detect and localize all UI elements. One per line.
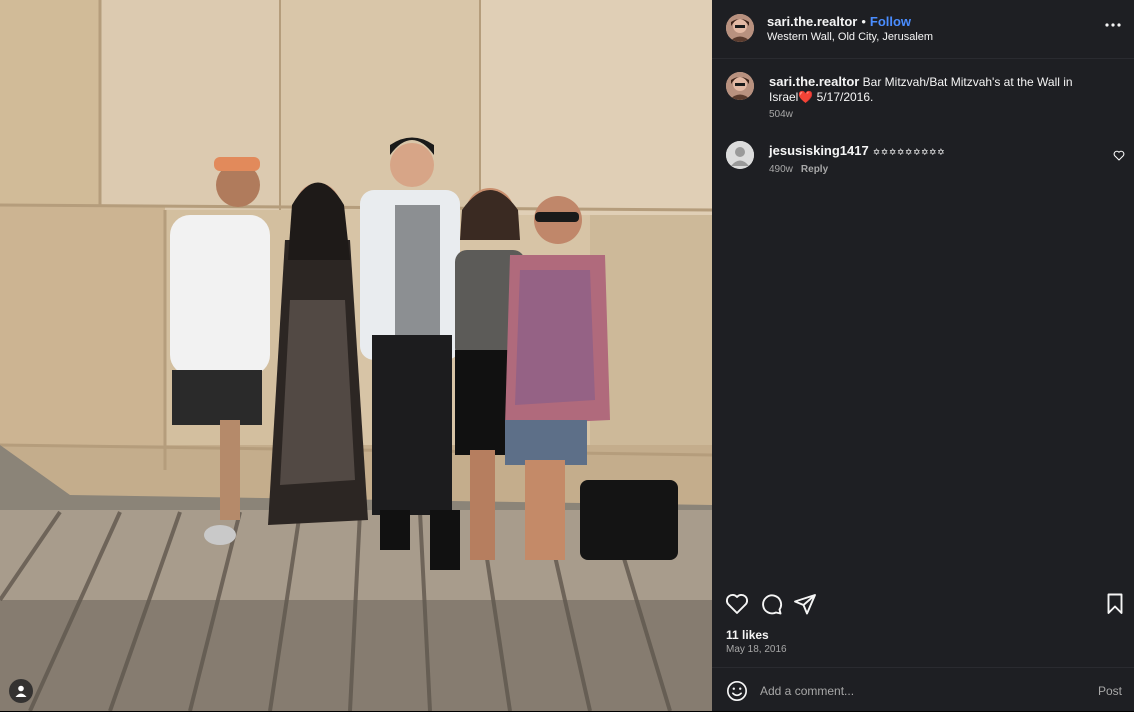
- caption-text-block: sari.the.realtor Bar Mitzvah/Bat Mitzvah…: [769, 74, 1089, 105]
- separator-dot: •: [861, 14, 866, 29]
- avatar[interactable]: [726, 141, 754, 169]
- post-image: [0, 0, 712, 711]
- caption-timestamp[interactable]: 504w: [769, 109, 793, 120]
- post-date[interactable]: May 18, 2016: [726, 644, 787, 655]
- avatar[interactable]: [726, 14, 754, 42]
- instagram-post-view: sari.the.realtor • Follow Western Wall, Ol…: [0, 0, 1134, 711]
- emoji-icon[interactable]: [726, 680, 748, 707]
- more-icon[interactable]: [1100, 12, 1126, 38]
- post-comment-button[interactable]: Post: [1098, 684, 1122, 698]
- like-comment-heart-icon[interactable]: [1113, 148, 1125, 166]
- bookmark-icon[interactable]: [1103, 592, 1127, 616]
- comment-timestamp[interactable]: 490w: [769, 164, 793, 175]
- comment-body: jesusisking1417 ✡︎✡︎✡︎✡︎✡︎✡︎✡︎✡︎✡︎: [769, 143, 945, 158]
- comment-text: ✡︎✡︎✡︎✡︎✡︎✡︎✡︎✡︎✡︎: [872, 147, 946, 157]
- user-tag-icon[interactable]: [9, 679, 33, 703]
- post-side-panel: sari.the.realtor • Follow Western Wall, Ol…: [712, 0, 1134, 711]
- likes-count[interactable]: 11 likes: [726, 628, 769, 642]
- comment-username[interactable]: jesusisking1417: [769, 143, 869, 158]
- comment-composer: Post: [712, 667, 1134, 712]
- action-bar: [712, 590, 1134, 618]
- comment-meta: 490w Reply: [769, 164, 828, 175]
- reply-button[interactable]: Reply: [801, 164, 828, 175]
- comment-input[interactable]: [758, 680, 1082, 702]
- avatar[interactable]: [726, 72, 754, 100]
- post-location[interactable]: Western Wall, Old City, Jerusalem: [767, 31, 933, 43]
- heart-emoji: ❤️: [798, 90, 814, 104]
- heart-icon[interactable]: [725, 592, 749, 616]
- comment-icon[interactable]: [759, 592, 783, 616]
- caption-username[interactable]: sari.the.realtor: [769, 74, 859, 89]
- post-header: sari.the.realtor • Follow Western Wall, Ol…: [712, 0, 1134, 59]
- header-user-line: sari.the.realtor • Follow: [767, 14, 911, 29]
- share-icon[interactable]: [793, 592, 817, 616]
- post-author-username[interactable]: sari.the.realtor: [767, 14, 857, 29]
- post-photo[interactable]: [0, 0, 712, 711]
- caption-date-text: 5/17/2016.: [813, 90, 874, 104]
- follow-button[interactable]: Follow: [870, 14, 911, 29]
